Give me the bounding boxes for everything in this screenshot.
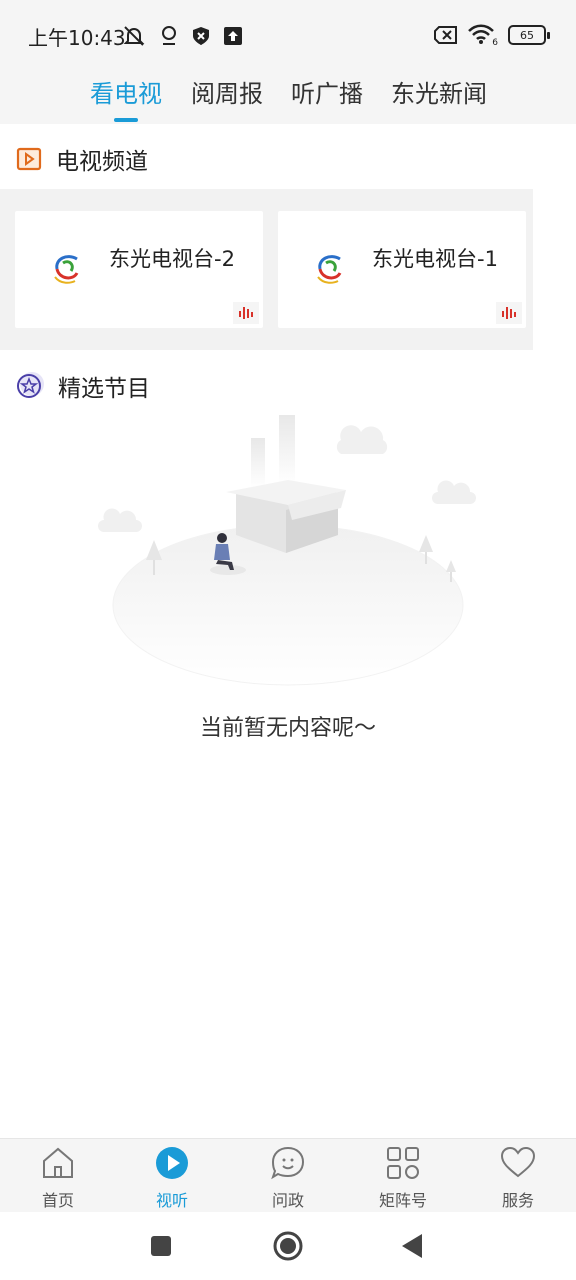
featured-section-title: 精选节目 (58, 376, 150, 402)
nav-label-inquiry: 问政 (271, 1191, 304, 1210)
home-circle-icon[interactable] (272, 1230, 304, 1262)
empty-state-illustration (98, 415, 476, 686)
channel-list: 东光电视台-2 东光电视台-1 (0, 189, 533, 350)
grid-icon (387, 1147, 419, 1179)
nav-label-matrix: 矩阵号 (378, 1191, 427, 1210)
back-icon[interactable] (396, 1230, 428, 1262)
wifi-icon (468, 24, 494, 44)
tab-watch-tv[interactable]: 看电视 (90, 74, 162, 109)
tv-section-header: 电视频道 (16, 142, 148, 176)
channel-name: 东光电视台-1 (372, 247, 498, 271)
upload-icon (224, 27, 242, 45)
tv-play-icon (16, 147, 42, 171)
heart-icon (500, 1146, 536, 1178)
station-logo-icon (317, 255, 342, 284)
nav-item-home[interactable]: 首页 (18, 1145, 98, 1211)
chat-bubble-icon (271, 1146, 305, 1180)
play-circle-icon (156, 1147, 188, 1179)
status-icons-right: 6 65 (434, 24, 550, 48)
sim-disabled-icon (434, 26, 457, 44)
star-badge-icon (17, 372, 44, 398)
nav-label-home: 首页 (41, 1191, 74, 1210)
station-logo-icon (54, 255, 79, 284)
channel-name: 东光电视台-2 (109, 247, 235, 271)
tab-dongguang-news[interactable]: 东光新闻 (391, 74, 487, 109)
status-time: 上午10:43 (28, 26, 126, 50)
nav-item-inquiry[interactable]: 问政 (248, 1145, 328, 1211)
tab-listen-radio[interactable]: 听广播 (291, 74, 363, 109)
nav-label-media: 视听 (155, 1191, 188, 1210)
top-tab-bar: 看电视 阅周报 听广播 东光新闻 (0, 70, 576, 124)
wifi-label: 6 (492, 38, 498, 48)
tab-read-weekly[interactable]: 阅周报 (191, 74, 263, 109)
notifications-muted-icon (123, 26, 145, 46)
shield-icon (193, 27, 209, 45)
nav-label-services: 服务 (501, 1191, 534, 1210)
featured-section-header: 精选节目 (16, 369, 150, 403)
nav-item-matrix[interactable]: 矩阵号 (363, 1145, 443, 1211)
channel-card-2[interactable]: 东光电视台-2 (15, 211, 263, 328)
tv-section-title: 电视频道 (56, 149, 148, 175)
system-nav-bar (0, 1212, 576, 1280)
location-icon (162, 26, 176, 45)
status-icons-left (122, 24, 242, 48)
bottom-nav: 首页 视听 问政 矩阵号 服务 (0, 1138, 576, 1212)
status-bar: 上午10:43 6 65 (0, 0, 576, 70)
home-icon (43, 1147, 73, 1178)
audio-wave-icon (233, 302, 259, 324)
empty-state-text: 当前暂无内容呢～ (199, 716, 376, 741)
channel-card-1[interactable]: 东光电视台-1 (278, 211, 526, 328)
battery-icon: 65 (508, 25, 550, 45)
nav-item-services[interactable]: 服务 (478, 1145, 558, 1211)
audio-wave-icon (496, 302, 522, 324)
nav-item-media[interactable]: 视听 (132, 1145, 212, 1211)
active-tab-indicator (114, 118, 138, 122)
recent-apps-icon[interactable] (145, 1230, 177, 1262)
battery-level: 65 (520, 28, 534, 42)
